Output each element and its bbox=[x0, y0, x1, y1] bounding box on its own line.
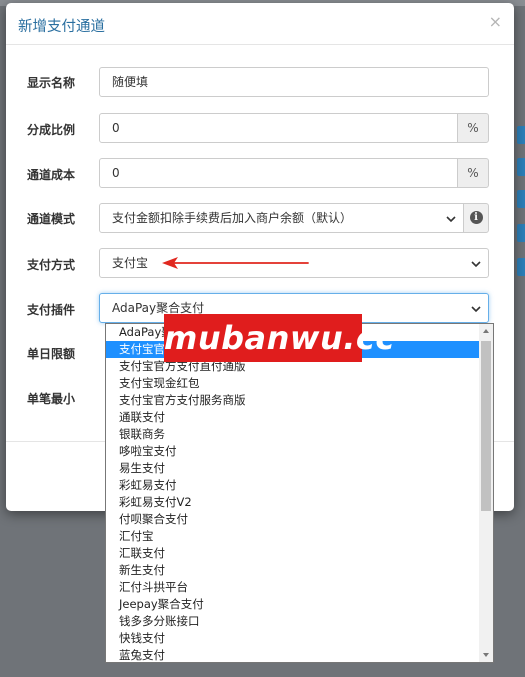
channel-mode-label: 通道模式 bbox=[27, 212, 76, 226]
chevron-down-icon bbox=[471, 306, 481, 313]
modal-title: 新增支付通道 bbox=[18, 19, 105, 35]
dropdown-option[interactable]: 银联商务 bbox=[106, 426, 480, 443]
close-icon[interactable]: × bbox=[489, 12, 502, 31]
dropdown-option[interactable]: 付呗聚合支付 bbox=[106, 511, 480, 528]
min-single-label: 单笔最小 bbox=[27, 392, 76, 406]
dropdown-option[interactable]: 哆啦宝支付 bbox=[106, 443, 480, 460]
split-ratio-percent: % bbox=[457, 113, 489, 143]
dropdown-option[interactable]: 快钱支付 bbox=[106, 630, 480, 647]
channel-mode-select[interactable]: 支付金额扣除手续费后加入商户余额（默认） bbox=[99, 203, 464, 233]
red-arrow-annotation bbox=[162, 257, 309, 269]
scroll-up-icon[interactable] bbox=[479, 324, 493, 338]
dropdown-option[interactable]: 彩虹易支付 bbox=[106, 477, 480, 494]
daily-limit-label: 单日限额 bbox=[27, 347, 76, 361]
background-tab bbox=[517, 224, 525, 242]
dropdown-option[interactable]: 支付宝官方支付服务商版 bbox=[106, 392, 480, 409]
split-ratio-input[interactable]: 0 bbox=[99, 113, 458, 143]
display-name-label: 显示名称 bbox=[27, 76, 76, 90]
background-tab bbox=[517, 258, 525, 276]
chevron-down-icon bbox=[471, 261, 481, 268]
watermark-logo: mubanwu.cc bbox=[164, 314, 394, 362]
dropdown-option[interactable]: 汇付斗拱平台 bbox=[106, 579, 480, 596]
dropdown-option[interactable]: 汇付宝 bbox=[106, 528, 480, 545]
channel-cost-input[interactable]: 0 bbox=[99, 158, 458, 188]
payment-method-label: 支付方式 bbox=[27, 258, 76, 272]
scrollbar-thumb[interactable] bbox=[481, 341, 491, 511]
scroll-down-icon[interactable] bbox=[479, 648, 493, 662]
dropdown-option[interactable]: Jeepay聚合支付 bbox=[106, 596, 480, 613]
modal-header: 新增支付通道 × bbox=[6, 3, 514, 45]
channel-cost-label: 通道成本 bbox=[27, 168, 76, 182]
split-ratio-label: 分成比例 bbox=[27, 123, 76, 137]
dropdown-option[interactable]: 支付宝现金红包 bbox=[106, 375, 480, 392]
dropdown-scrollbar[interactable] bbox=[479, 324, 493, 662]
background-tab bbox=[517, 126, 525, 144]
payment-plugin-label: 支付插件 bbox=[27, 303, 76, 317]
info-icon: i bbox=[469, 211, 483, 224]
payment-plugin-dropdown[interactable]: AdaPay聚合支付支付宝官方支付支付宝官方支付直付通版支付宝现金红包支付宝官方… bbox=[105, 323, 494, 663]
dropdown-options: AdaPay聚合支付支付宝官方支付支付宝官方支付直付通版支付宝现金红包支付宝官方… bbox=[106, 324, 493, 662]
dropdown-option[interactable]: 通联支付 bbox=[106, 409, 480, 426]
channel-cost-percent: % bbox=[457, 158, 489, 188]
dropdown-option[interactable]: 易生支付 bbox=[106, 460, 480, 477]
background-tab bbox=[517, 190, 525, 208]
payment-plugin-value: AdaPay聚合支付 bbox=[112, 301, 205, 315]
payment-method-value: 支付宝 bbox=[112, 256, 149, 270]
dropdown-option[interactable]: 蓝兔支付 bbox=[106, 647, 480, 662]
display-name-input[interactable]: 随便填 bbox=[99, 67, 489, 97]
channel-mode-info-button[interactable]: i bbox=[463, 203, 489, 233]
dropdown-option[interactable]: 钱多多分账接口 bbox=[106, 613, 480, 630]
dropdown-option[interactable]: 汇联支付 bbox=[106, 545, 480, 562]
channel-mode-value: 支付金额扣除手续费后加入商户余额（默认） bbox=[112, 211, 353, 225]
background-tab bbox=[517, 158, 525, 176]
dropdown-option[interactable]: 新生支付 bbox=[106, 562, 480, 579]
chevron-down-icon bbox=[446, 216, 456, 223]
dropdown-option[interactable]: 彩虹易支付V2 bbox=[106, 494, 480, 511]
